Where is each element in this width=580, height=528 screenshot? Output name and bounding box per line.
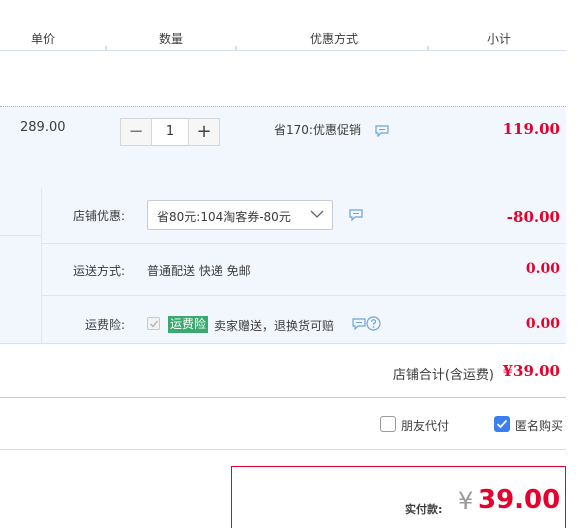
shop-total-label: 店铺合计(含运费) — [392, 368, 494, 383]
shipping-label: 运送方式: — [72, 264, 125, 278]
col-unit-price: 单价 — [30, 32, 55, 46]
promo-text: 省170:优惠促销 — [274, 123, 361, 137]
insurance-desc: 卖家赠送，退换货可赔 — [214, 319, 335, 333]
chat-icon[interactable] — [375, 125, 389, 137]
divider — [41, 243, 566, 244]
insurance-tag: 运费险 — [168, 316, 209, 333]
decrease-button[interactable]: − — [120, 118, 152, 146]
divider — [41, 295, 566, 296]
shipping-amount: 0.00 — [525, 261, 560, 277]
col-discount: 优惠方式 — [309, 32, 358, 46]
chat-icon[interactable] — [352, 318, 366, 330]
check-icon — [150, 320, 159, 328]
shop-discount-label: 店铺优惠: — [72, 209, 125, 223]
header-underline — [0, 50, 566, 51]
col-subtotal: 小计 — [486, 32, 511, 46]
shipping-value: 普通配送 快递 免邮 — [147, 264, 251, 278]
payment-amount: 39.00 — [478, 485, 561, 515]
currency-symbol: ¥ — [458, 487, 474, 515]
payment-label: 实付款: — [405, 503, 443, 516]
anonymous-checkbox[interactable] — [494, 416, 510, 432]
shop-discount-select-value: 省80元:104淘客券-80元 — [157, 210, 291, 224]
divider — [0, 449, 566, 450]
chat-icon[interactable] — [349, 209, 363, 221]
quantity-input[interactable]: 1 — [152, 118, 188, 146]
shop-total-amount: ¥39.00 — [502, 362, 560, 380]
shop-discount-select[interactable]: 省80元:104淘客券-80元 — [147, 200, 333, 230]
shop-discount-amount: -80.00 — [506, 208, 560, 226]
increase-button[interactable]: + — [188, 118, 220, 146]
insurance-amount: 0.00 — [525, 316, 560, 332]
friend-pay-checkbox[interactable] — [380, 416, 396, 432]
item-subtotal: 119.00 — [502, 120, 560, 138]
item-row — [0, 106, 566, 188]
insurance-checkbox[interactable] — [147, 317, 160, 330]
table-header: 单价 数量 优惠方式 小计 — [0, 28, 580, 50]
chevron-down-icon — [310, 210, 324, 218]
divider — [0, 397, 566, 398]
anonymous-label[interactable]: 匿名购买 — [515, 417, 566, 434]
col-quantity: 数量 — [158, 32, 183, 46]
help-icon[interactable] — [366, 316, 381, 331]
check-icon — [496, 419, 508, 429]
payment-summary: 实付款: ¥ 39.00 — [231, 466, 566, 528]
divider — [0, 235, 41, 236]
item-unit-price: 289.00 — [20, 120, 66, 135]
friend-pay-label[interactable]: 朋友代付 — [401, 417, 449, 434]
insurance-label: 运费险: — [84, 318, 125, 332]
